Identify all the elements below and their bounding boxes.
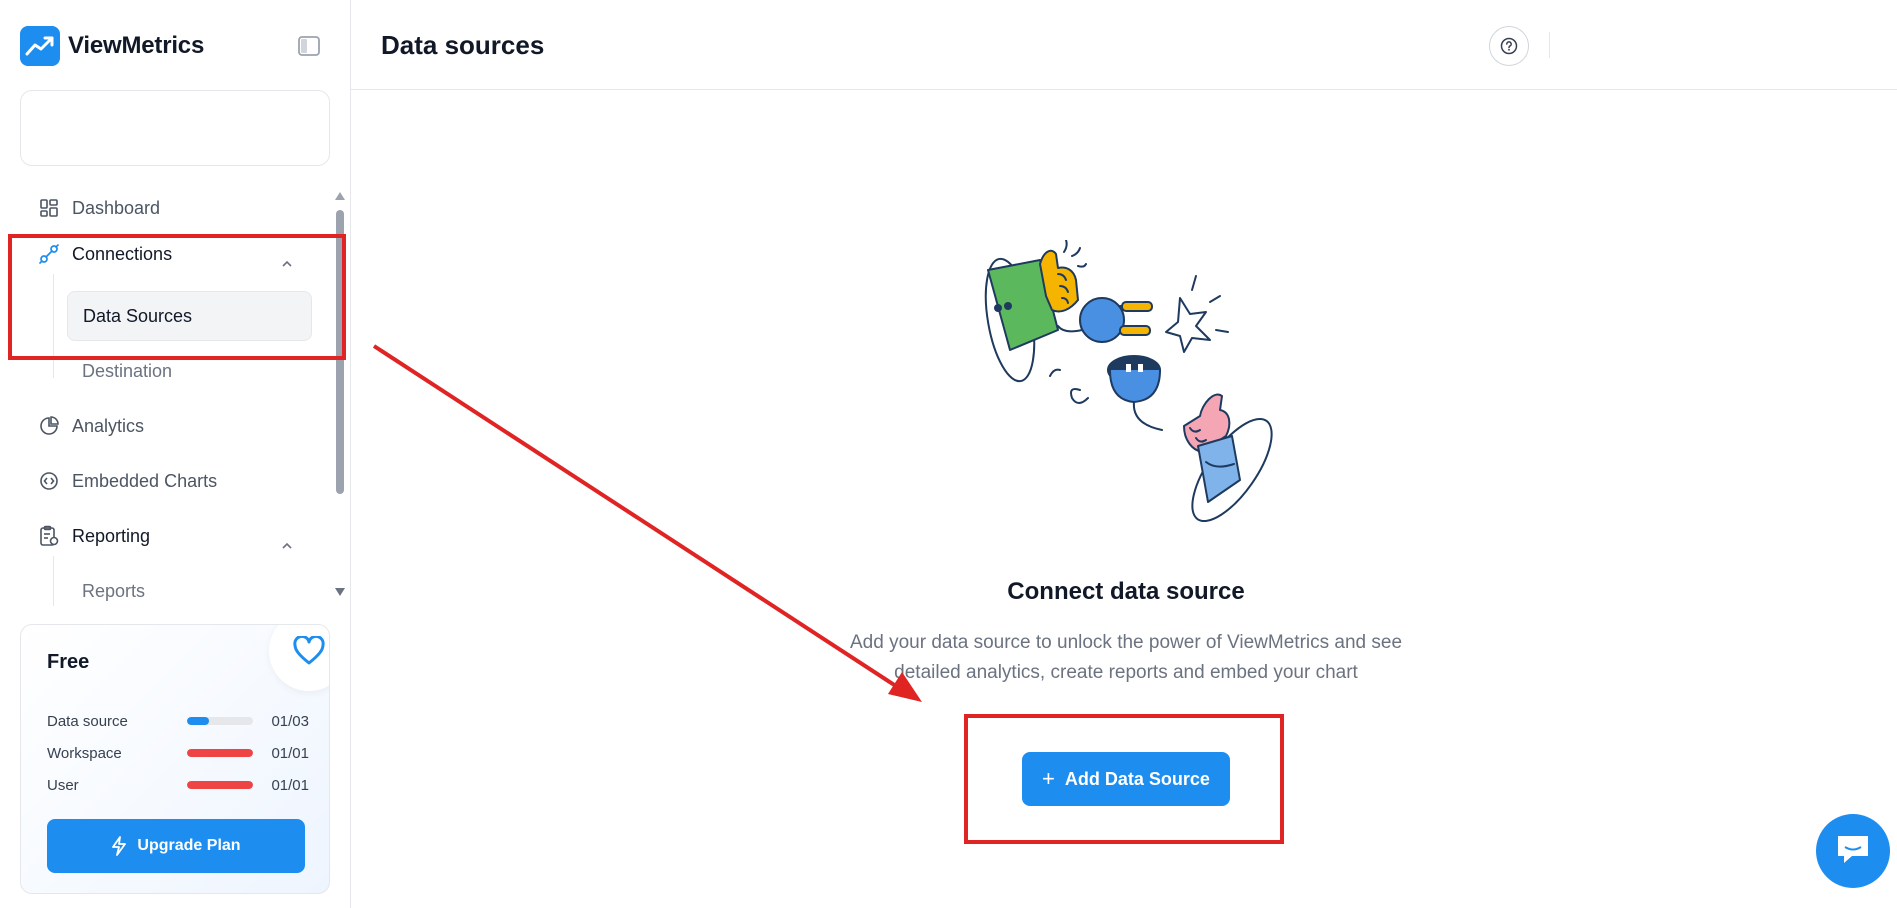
sidebar-item-embedded-charts[interactable]: Embedded Charts (38, 463, 217, 499)
annotation-highlight-button (964, 714, 1284, 844)
sidebar-item-label: Reporting (72, 525, 151, 546)
sidebar-item-analytics[interactable]: Analytics (38, 408, 144, 444)
plan-card: Free Data source 01/03 Workspace 01/01 U… (20, 624, 330, 894)
usage-bar-fill (187, 781, 253, 789)
heart-icon (269, 625, 329, 691)
usage-row-data-source: Data source 01/03 (47, 711, 309, 731)
brand-logo[interactable]: ViewMetrics (20, 26, 204, 66)
chat-support-button[interactable] (1816, 814, 1890, 888)
trend-logo-icon (20, 26, 60, 66)
upgrade-plan-button[interactable]: Upgrade Plan (47, 819, 305, 873)
submenu-guide-line (53, 556, 54, 606)
chevron-up-icon[interactable] (279, 538, 295, 554)
usage-row-user: User 01/01 (47, 775, 309, 795)
brand-name: ViewMetrics (68, 32, 205, 59)
sidebar-subitem-label: Reports (82, 580, 146, 601)
app-window: ViewMetrics Dashboard Connections Data S… (0, 0, 1897, 908)
lightning-bolt-icon (111, 836, 127, 856)
plug-connect-illustration (970, 239, 1290, 530)
page-title: Data sources (381, 30, 545, 60)
top-header: Data sources (351, 0, 1897, 90)
clipboard-report-icon (38, 525, 60, 547)
header-divider (1549, 32, 1550, 58)
workspace-selector[interactable] (20, 90, 330, 166)
usage-count: 01/01 (271, 745, 309, 762)
usage-label: Data source (47, 713, 128, 730)
sidebar-item-dashboard[interactable]: Dashboard (38, 190, 160, 226)
sidebar: ViewMetrics Dashboard Connections Data S… (0, 0, 351, 908)
pie-chart-icon (38, 415, 60, 437)
sidebar-subitem-reports[interactable]: Reports (67, 566, 312, 606)
sidebar-item-label: Analytics (72, 415, 145, 436)
usage-row-workspace: Workspace 01/01 (47, 743, 309, 763)
usage-bar-fill (187, 749, 253, 757)
sidebar-item-label: Dashboard (72, 197, 161, 218)
code-circle-icon (38, 470, 60, 492)
usage-bar-fill (187, 717, 209, 725)
empty-state-description: Add your data source to unlock the power… (850, 632, 1403, 683)
usage-bar (187, 717, 253, 725)
chat-bubble-icon (1834, 832, 1872, 871)
dashboard-grid-icon (38, 197, 60, 219)
usage-label: User (47, 777, 79, 794)
sidebar-subitem-label: Destination (82, 360, 173, 381)
upgrade-plan-label: Upgrade Plan (137, 837, 241, 854)
plan-title: Free (47, 651, 90, 673)
help-circle-icon[interactable] (1489, 26, 1529, 66)
empty-state-title: Connect data source (1007, 578, 1245, 605)
usage-label: Workspace (47, 745, 122, 762)
sidebar-item-label: Embedded Charts (72, 470, 218, 491)
usage-count: 01/03 (271, 713, 309, 730)
usage-bar (187, 781, 253, 789)
sidebar-item-reporting[interactable]: Reporting (38, 518, 150, 554)
annotation-highlight-sidebar (8, 234, 346, 360)
usage-bar (187, 749, 253, 757)
sidebar-collapse-icon[interactable] (297, 34, 321, 58)
usage-count: 01/01 (271, 777, 309, 794)
